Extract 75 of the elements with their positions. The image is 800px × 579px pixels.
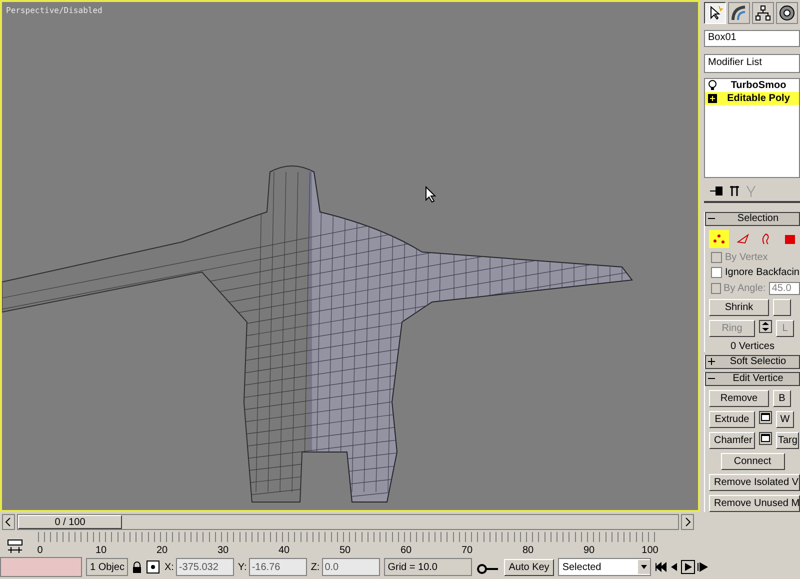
frame-number: 60 [400, 545, 412, 556]
pin-icon[interactable] [710, 186, 724, 196]
settings-button[interactable] [759, 432, 772, 445]
coordinate-label: Z: [310, 562, 320, 572]
frame-number: 20 [156, 545, 168, 556]
triangle-edge-icon [736, 232, 750, 246]
frame-number: 0 [37, 545, 43, 556]
panel-button[interactable]: Remove [709, 390, 769, 407]
subobject-button[interactable] [709, 230, 729, 248]
timeline-ruler[interactable]: 0 10 20 30 40 50 60 70 80 90 100 [38, 532, 658, 556]
selection-info: 1 Objec [86, 558, 128, 576]
command-panel-tab[interactable] [704, 2, 726, 24]
go-to-start-icon[interactable] [655, 562, 668, 572]
frame-number: 10 [95, 545, 107, 556]
frame-number: 100 [642, 545, 658, 556]
play-icon[interactable] [681, 560, 696, 574]
panel-button[interactable]: Remove Unused M [709, 494, 800, 512]
transform-mode-icon[interactable] [146, 560, 160, 574]
rollout-header[interactable]: Edit Vertice [705, 372, 800, 386]
panel-button[interactable]: Remove Isolated V [709, 474, 800, 491]
vertex-dots-icon [712, 232, 726, 246]
coordinate-field[interactable]: 0.0 [322, 558, 380, 576]
panel-button[interactable]: Chamfer [709, 432, 755, 449]
key-filter-value: Selected [562, 562, 602, 572]
panel-button[interactable]: B [773, 390, 791, 407]
selection-count: 0 Vertices [730, 340, 776, 352]
checkbox-label: Ignore Backfacin [725, 266, 800, 278]
bars-icon[interactable] [730, 185, 740, 198]
checkbox-label: By Vertex [725, 252, 768, 263]
previous-frame-icon[interactable] [2, 514, 15, 530]
rollout-header[interactable]: Soft Selectio [705, 354, 800, 369]
frame-number: 30 [217, 545, 229, 556]
light-bulb-icon[interactable] [708, 80, 717, 92]
object-name-field[interactable]: Box01 [704, 30, 800, 47]
frame-number: 50 [339, 545, 351, 556]
checkbox-label: By Angle: [724, 282, 766, 294]
frame-number: 70 [461, 545, 473, 556]
frame-number: 40 [278, 545, 290, 556]
settings-button[interactable] [759, 410, 772, 424]
modifier-stack-item[interactable]: TurboSmoo [705, 79, 799, 92]
command-panel-tab[interactable] [728, 2, 750, 24]
command-panel-tab[interactable] [752, 2, 774, 24]
checkbox[interactable] [711, 266, 722, 278]
frame-number: 80 [522, 545, 534, 556]
grid-size: Grid = 10.0 [384, 558, 472, 576]
auto-key-button[interactable]: Auto Key [504, 558, 554, 576]
time-slider[interactable]: 0 / 100 [17, 514, 679, 530]
time-slider-thumb[interactable]: 0 / 100 [18, 515, 122, 529]
wheel-icon [779, 5, 795, 21]
plus-icon[interactable] [708, 358, 715, 366]
modifier-list-dropdown[interactable]: Modifier List [704, 54, 800, 74]
coordinate-field[interactable]: -375.032 [176, 558, 234, 576]
rollout-header[interactable]: Selection [705, 212, 800, 226]
expand-plus-icon[interactable] [708, 94, 717, 104]
panel-button[interactable]: W [776, 410, 794, 428]
previous-key-icon[interactable] [669, 562, 680, 572]
coordinate-label: X: [164, 562, 174, 572]
frame-number: 90 [583, 545, 595, 556]
coordinate-field[interactable]: -16.76 [248, 558, 307, 576]
panel-button[interactable]: Connect [720, 452, 784, 470]
panel-button[interactable]: Extrude [709, 410, 755, 428]
next-key-icon[interactable] [697, 562, 710, 572]
panel-button[interactable]: Shrink [709, 298, 769, 316]
panel-button[interactable]: Targ [776, 432, 800, 449]
command-panel-tab[interactable] [776, 2, 798, 24]
mouse-pointer-icon [425, 186, 437, 203]
lock-icon[interactable] [132, 561, 142, 573]
coordinate-label: Y: [238, 562, 247, 572]
spinner-button[interactable] [759, 320, 772, 333]
modifier-stack-item[interactable]: Editable Poly [705, 92, 799, 106]
key-filter-dropdown[interactable]: Selected [558, 558, 652, 576]
hierarchy-icon [755, 5, 771, 21]
panel-button[interactable] [773, 298, 791, 316]
next-frame-icon[interactable] [681, 514, 694, 530]
curved-stripes-icon [731, 5, 747, 21]
